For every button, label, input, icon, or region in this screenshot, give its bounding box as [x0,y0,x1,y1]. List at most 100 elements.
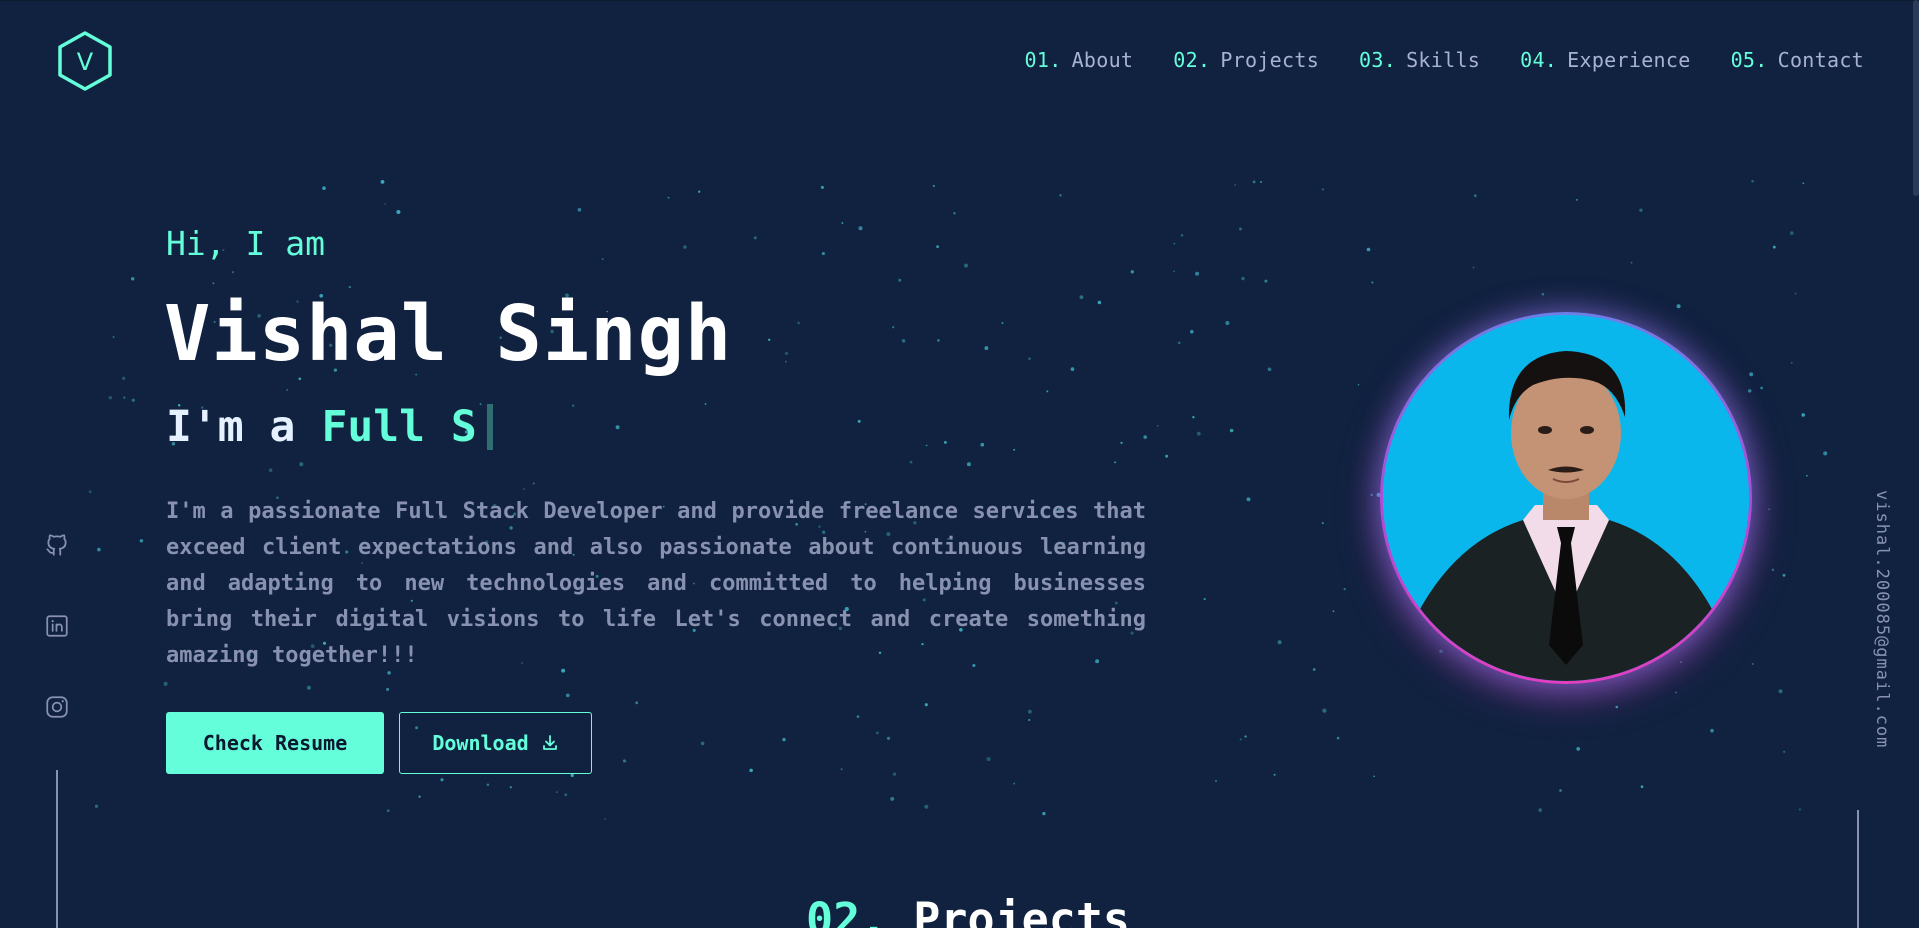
star-dot [1097,300,1102,305]
star-dot [1789,231,1794,235]
instagram-icon[interactable] [44,694,70,720]
star-dot [565,693,570,698]
star-dot [571,404,575,407]
logo-hexagon-icon[interactable]: V [55,30,115,92]
linkedin-icon[interactable] [44,613,70,639]
nav-item-skills[interactable]: 03. Skills [1359,48,1480,72]
star-dot [384,202,387,205]
star-dot [532,482,535,485]
star-dot [1615,705,1619,709]
star-dot [635,701,639,705]
star-dot [785,360,787,363]
star-dot [1267,367,1272,372]
star-dot [1343,587,1346,591]
star-dot [1630,261,1633,264]
star-dot [1675,691,1677,694]
star-dot [1189,329,1194,334]
typing-prefix: I'm a [166,402,296,452]
star-dot [1195,271,1200,276]
profile-avatar [1380,312,1752,684]
star-dot [1215,780,1217,782]
star-dot [486,783,490,786]
star-dot [1322,708,1327,713]
star-dot [840,768,843,771]
star-dot [1028,357,1031,360]
star-dot [1768,508,1770,511]
star-dot [88,490,92,494]
star-dot [232,271,234,274]
star-dot [163,681,168,686]
star-dot [1079,295,1084,300]
star-dot [123,396,126,399]
star-dot [1143,435,1147,439]
star-dot [821,252,825,256]
star-dot [980,442,985,447]
typing-role-text: Full S [321,402,477,452]
star-dot [1321,188,1324,191]
check-resume-button[interactable]: Check Resume [166,712,384,774]
star-dot [1177,341,1181,345]
star-dot [749,768,753,773]
star-dot [1541,292,1545,296]
star-dot [875,731,879,735]
star-dot [1790,361,1793,364]
github-icon[interactable] [44,532,70,558]
star-dot [1640,785,1644,788]
hero-bio: I'm a passionate Full Stack Developer an… [166,499,1146,668]
star-dot [1312,668,1316,671]
star-dot [1772,245,1776,249]
star-dot [704,403,707,405]
star-dot [94,804,99,808]
star-dot [1357,383,1360,386]
star-dot [1332,610,1335,613]
star-dot [1751,662,1754,665]
nav-item-about[interactable]: 01. About [1025,48,1134,72]
star-dot [348,285,351,289]
star-dot [577,208,582,212]
star-dot [767,338,771,342]
star-dot [937,339,940,342]
star-dot [299,462,304,467]
nav-item-label: Contact [1777,48,1864,72]
download-button[interactable]: Download [399,712,592,774]
star-dot [1778,689,1783,694]
typing-role-line: I'm a Full S [166,402,493,452]
nav-item-number: 01. [1024,48,1062,72]
star-dot [925,444,928,447]
star-dot [1783,750,1786,753]
star-dot [1273,773,1276,776]
star-dot [523,488,525,490]
typing-cursor [486,404,493,450]
scrollbar-thumb[interactable] [1913,0,1919,196]
star-dot [909,460,913,464]
star-dot [1196,431,1201,436]
star-dot [1234,184,1237,186]
star-dot [784,351,789,355]
download-icon [542,735,557,750]
star-dot [1782,573,1786,577]
star-dot [936,245,940,249]
star-dot [1225,320,1230,326]
star-dot [1749,372,1754,377]
star-dot [509,786,512,789]
nav-item-number: 02. [1173,48,1211,72]
star-dot [797,321,800,325]
email-link[interactable]: vishal.200085@gmail.com [1872,490,1892,748]
star-dot [986,757,991,762]
star-dot [886,736,891,740]
star-dot [1070,367,1075,371]
nav-item-contact[interactable]: 05. Contact [1731,48,1864,72]
star-dot [1806,474,1808,477]
section-number: 02. [806,893,888,928]
star-dot [858,226,863,231]
nav-item-experience[interactable]: 04. Experience [1520,48,1690,72]
nav-item-projects[interactable]: 02. Projects [1173,48,1319,72]
star-dot [112,336,115,338]
star-dot [1760,386,1763,390]
star-dot [898,278,902,282]
star-dot [396,209,401,215]
download-button-label: Download [432,731,529,755]
star-dot [1239,738,1242,741]
email-divider-line [1857,810,1859,928]
star-dot [440,778,444,782]
